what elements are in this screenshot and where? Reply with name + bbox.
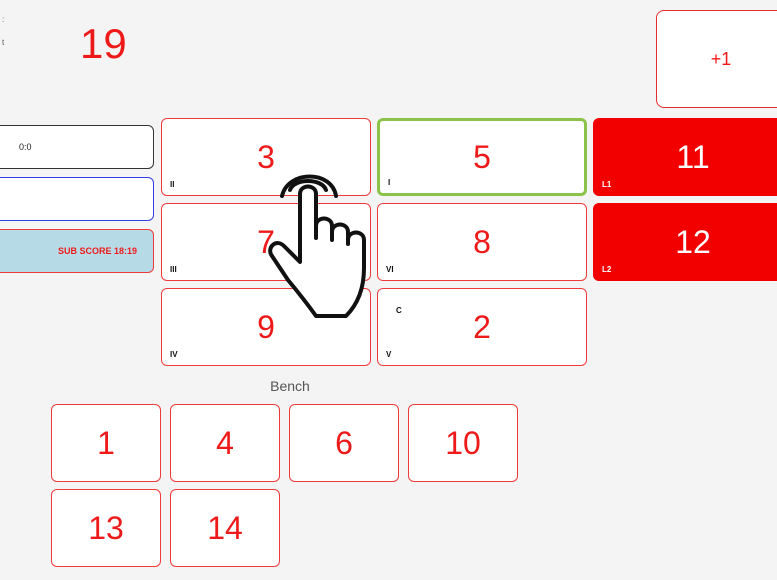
court-position: II — [170, 180, 175, 189]
player-number: 10 — [445, 424, 481, 461]
libero-tile[interactable]: 12 L2 — [593, 203, 777, 281]
court-position: V — [386, 350, 392, 359]
bench-player-tile[interactable]: 6 — [289, 404, 399, 482]
player-number: 8 — [473, 223, 491, 260]
libero-label: L1 — [602, 180, 612, 189]
player-number: 14 — [207, 509, 243, 546]
timeout-field[interactable]: 0:0 — [0, 125, 154, 169]
edge-mark: : — [2, 15, 5, 24]
bench-player-tile[interactable]: 13 — [51, 489, 161, 567]
player-number: 2 — [473, 308, 491, 345]
player-number: 1 — [97, 424, 115, 461]
bench-player-tile[interactable]: 1 — [51, 404, 161, 482]
bench-player-tile[interactable]: 10 — [408, 404, 518, 482]
court-position: III — [170, 265, 177, 274]
player-number: 4 — [216, 424, 234, 461]
player-number: 12 — [675, 223, 711, 260]
player-number: 5 — [473, 138, 491, 175]
player-number: 11 — [676, 138, 710, 175]
bench-player-tile[interactable]: 14 — [170, 489, 280, 567]
timeout-value: 0:0 — [19, 142, 32, 152]
edge-mark: t — [2, 38, 5, 47]
player-number: 13 — [88, 509, 124, 546]
court-position: IV — [170, 350, 178, 359]
court-player-tile[interactable]: 8 VI — [377, 203, 587, 281]
libero-tile[interactable]: 11 L1 — [593, 118, 777, 196]
sub-score-button[interactable]: SUB SCORE 18:19 — [0, 229, 154, 273]
bench-heading: Bench — [270, 378, 310, 394]
sub-score-label: SUB SCORE 18:19 — [57, 246, 137, 256]
name-input[interactable] — [0, 177, 154, 221]
add-point-button[interactable]: +1 — [656, 10, 777, 108]
court-player-tile[interactable]: C 2 V — [377, 288, 587, 366]
court-player-tile-serving[interactable]: 5 I — [377, 118, 587, 196]
volleyball-lineup-screen: : t 19 +1 0:0 SUB SCORE 18:19 3 II 5 I 7… — [0, 0, 777, 580]
bench-player-tile[interactable]: 4 — [170, 404, 280, 482]
hand-pointer-icon — [268, 174, 366, 318]
team-score: 19 — [80, 20, 127, 67]
libero-label: L2 — [602, 265, 612, 274]
player-number: 6 — [335, 424, 353, 461]
